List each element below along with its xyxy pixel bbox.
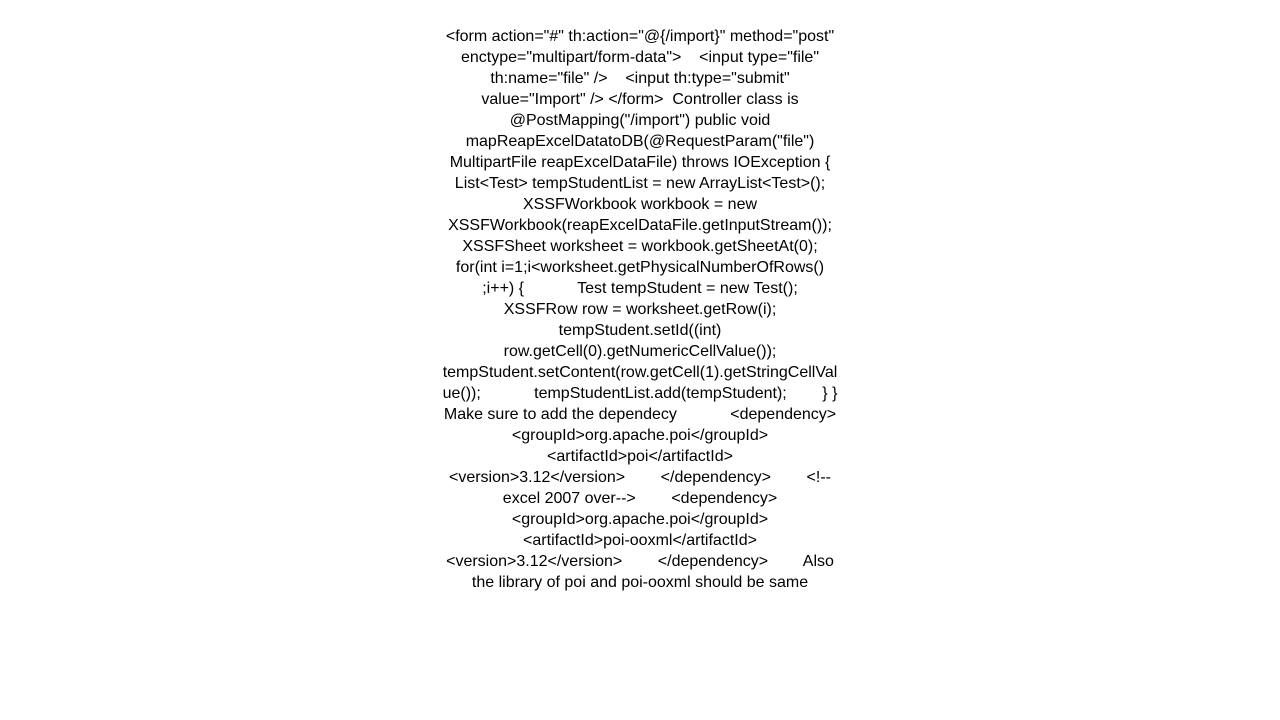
text-content-column: <form action="#" th:action="@{/import}" …: [440, 0, 840, 635]
body-text: <form action="#" th:action="@{/import}" …: [442, 28, 890, 591]
page-root: <form action="#" th:action="@{/import}" …: [0, 0, 1280, 720]
